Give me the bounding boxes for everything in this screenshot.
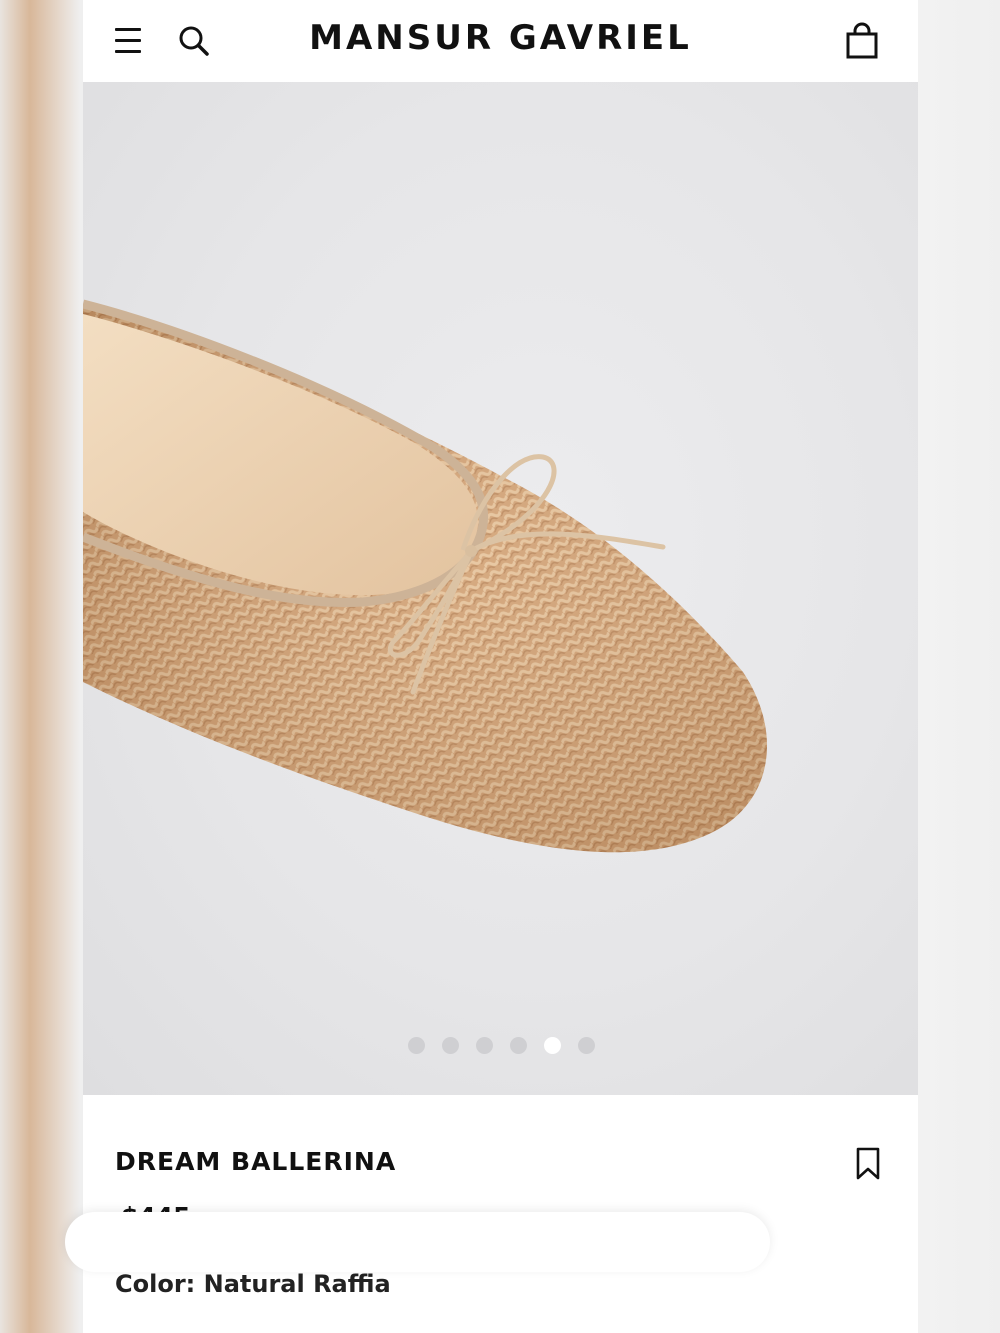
bookmark-icon[interactable] (854, 1147, 882, 1181)
carousel-dot-1[interactable] (408, 1037, 425, 1054)
carousel-dot-4[interactable] (510, 1037, 527, 1054)
product-page: MANSUR GAVRIEL DREAM BALLERINA Color: Na… (83, 0, 918, 1333)
carousel-pagination (83, 1037, 918, 1057)
color-label: Color: (115, 1270, 196, 1298)
brand-logo[interactable]: MANSUR GAVRIEL (83, 18, 918, 58)
carousel-dot-6[interactable] (578, 1037, 595, 1054)
color-swatch-tray[interactable] (65, 1212, 770, 1272)
color-selection-label: Color: Natural Raffia (115, 1270, 391, 1298)
product-image (83, 299, 767, 853)
color-value: Natural Raffia (203, 1270, 391, 1298)
shopping-bag-icon[interactable] (845, 22, 879, 60)
carousel-dot-5[interactable] (544, 1037, 561, 1054)
product-image-carousel[interactable] (83, 82, 918, 1095)
top-navigation-bar: MANSUR GAVRIEL (83, 0, 918, 82)
carousel-dot-3[interactable] (476, 1037, 493, 1054)
product-title: DREAM BALLERINA (115, 1147, 397, 1176)
carousel-dot-2[interactable] (442, 1037, 459, 1054)
